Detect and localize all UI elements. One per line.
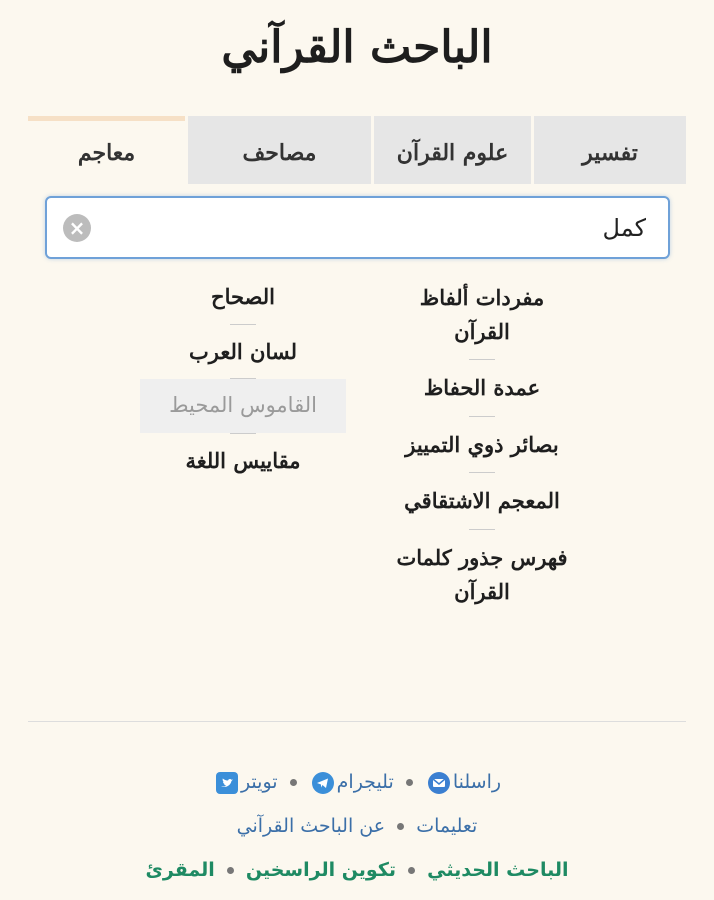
- search-input[interactable]: [108, 198, 668, 257]
- hadith-site-link[interactable]: الباحث الحديثي: [427, 859, 568, 881]
- separator-dot: [289, 779, 297, 786]
- footer-row-social: راسلنا تليجرام تويتر: [0, 760, 714, 804]
- telegram-label: تليجرام: [336, 771, 394, 793]
- dictionary-umdat[interactable]: عمدة الحفاظ: [375, 360, 589, 416]
- twitter-link[interactable]: تويتر: [213, 771, 278, 794]
- separator-dot: [405, 779, 413, 786]
- tab-tafsir[interactable]: تفسير: [534, 116, 686, 184]
- app-title: الباحث القرآني: [221, 22, 493, 73]
- twitter-icon: [215, 771, 238, 794]
- rasikhin-site-link[interactable]: تكوين الراسخين: [246, 859, 396, 881]
- dictionary-qamus-muhit[interactable]: القاموس المحيط: [140, 379, 346, 433]
- about-link[interactable]: عن الباحث القرآني: [237, 815, 385, 837]
- tab-dictionaries[interactable]: معاجم: [28, 116, 185, 184]
- dictionary-list-right: مفردات ألفاظ القرآن عمدة الحفاظ بصائر ذو…: [375, 270, 589, 619]
- dictionary-maqayis[interactable]: مقاييس اللغة: [140, 434, 346, 488]
- dictionary-roots-index[interactable]: فهرس جذور كلمات القرآن: [375, 530, 589, 619]
- separator-dot: [397, 823, 405, 830]
- dictionary-mujam-ishtiqaqi[interactable]: المعجم الاشتقاقي: [375, 473, 589, 529]
- dictionary-basair[interactable]: بصائر ذوي التمييز: [375, 417, 589, 473]
- contact-link[interactable]: راسلنا: [425, 771, 502, 794]
- separator-dot: [226, 867, 234, 874]
- instructions-link[interactable]: تعليمات: [416, 815, 477, 837]
- footer-row-info: تعليمات عن الباحث القرآني: [0, 804, 714, 848]
- dictionary-mufradat[interactable]: مفردات ألفاظ القرآن: [375, 270, 589, 359]
- clear-icon[interactable]: ×: [63, 214, 91, 242]
- telegram-link[interactable]: تليجرام: [309, 771, 394, 794]
- envelope-icon: [427, 771, 450, 794]
- footer-row-sister-sites: الباحث الحديثي تكوين الراسخين المقرئ: [0, 848, 714, 892]
- contact-label: راسلنا: [452, 771, 502, 793]
- tab-bar: تفسير علوم القرآن مصاحف معاجم: [28, 116, 686, 184]
- twitter-label: تويتر: [240, 771, 278, 793]
- page: الباحث القرآني تفسير علوم القرآن مصاحف م…: [0, 0, 714, 900]
- dictionary-list-left: الصحاح لسان العرب القاموس المحيط مقاييس …: [136, 270, 350, 487]
- tab-masahif[interactable]: مصاحف: [188, 116, 371, 184]
- muqri-site-link[interactable]: المقرئ: [145, 859, 214, 881]
- dictionary-sihah[interactable]: الصحاح: [140, 270, 346, 324]
- telegram-icon: [311, 771, 334, 794]
- dictionary-lisan-al-arab[interactable]: لسان العرب: [140, 325, 346, 379]
- search-box: ×: [45, 196, 670, 259]
- footer: راسلنا تليجرام تويتر تعليمات عن الباحث ا…: [0, 760, 714, 892]
- separator-dot: [408, 867, 416, 874]
- tab-quran-sciences[interactable]: علوم القرآن: [374, 116, 531, 184]
- footer-divider: [28, 721, 686, 722]
